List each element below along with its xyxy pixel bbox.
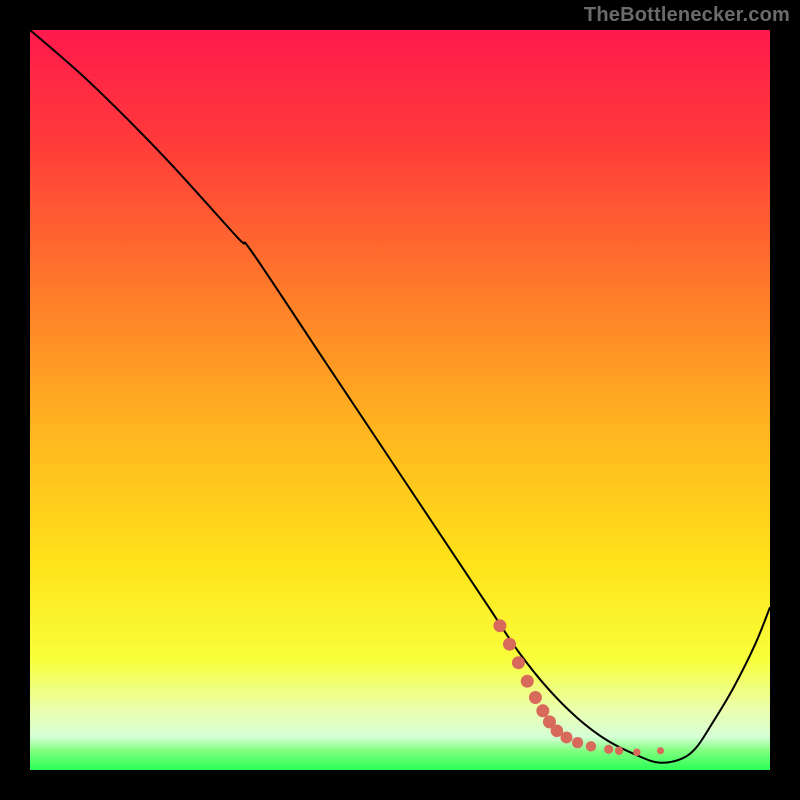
highlight-dot — [561, 731, 573, 743]
highlight-dot — [521, 675, 534, 688]
highlight-dot — [529, 691, 542, 704]
highlight-dot — [512, 656, 525, 669]
highlight-dot — [493, 619, 506, 632]
highlight-dot — [572, 737, 583, 748]
plot-area — [30, 30, 770, 770]
highlight-dot — [657, 747, 664, 754]
highlight-dot — [604, 745, 613, 754]
gradient-background — [30, 30, 770, 770]
chart-frame: TheBottlenecker.com — [0, 0, 800, 800]
highlight-dot — [615, 747, 623, 755]
highlight-dot — [536, 704, 549, 717]
highlight-dot — [503, 638, 516, 651]
bottleneck-chart — [30, 30, 770, 770]
highlight-dot — [586, 741, 596, 751]
attribution-text: TheBottlenecker.com — [584, 4, 790, 27]
highlight-dot — [633, 748, 641, 756]
